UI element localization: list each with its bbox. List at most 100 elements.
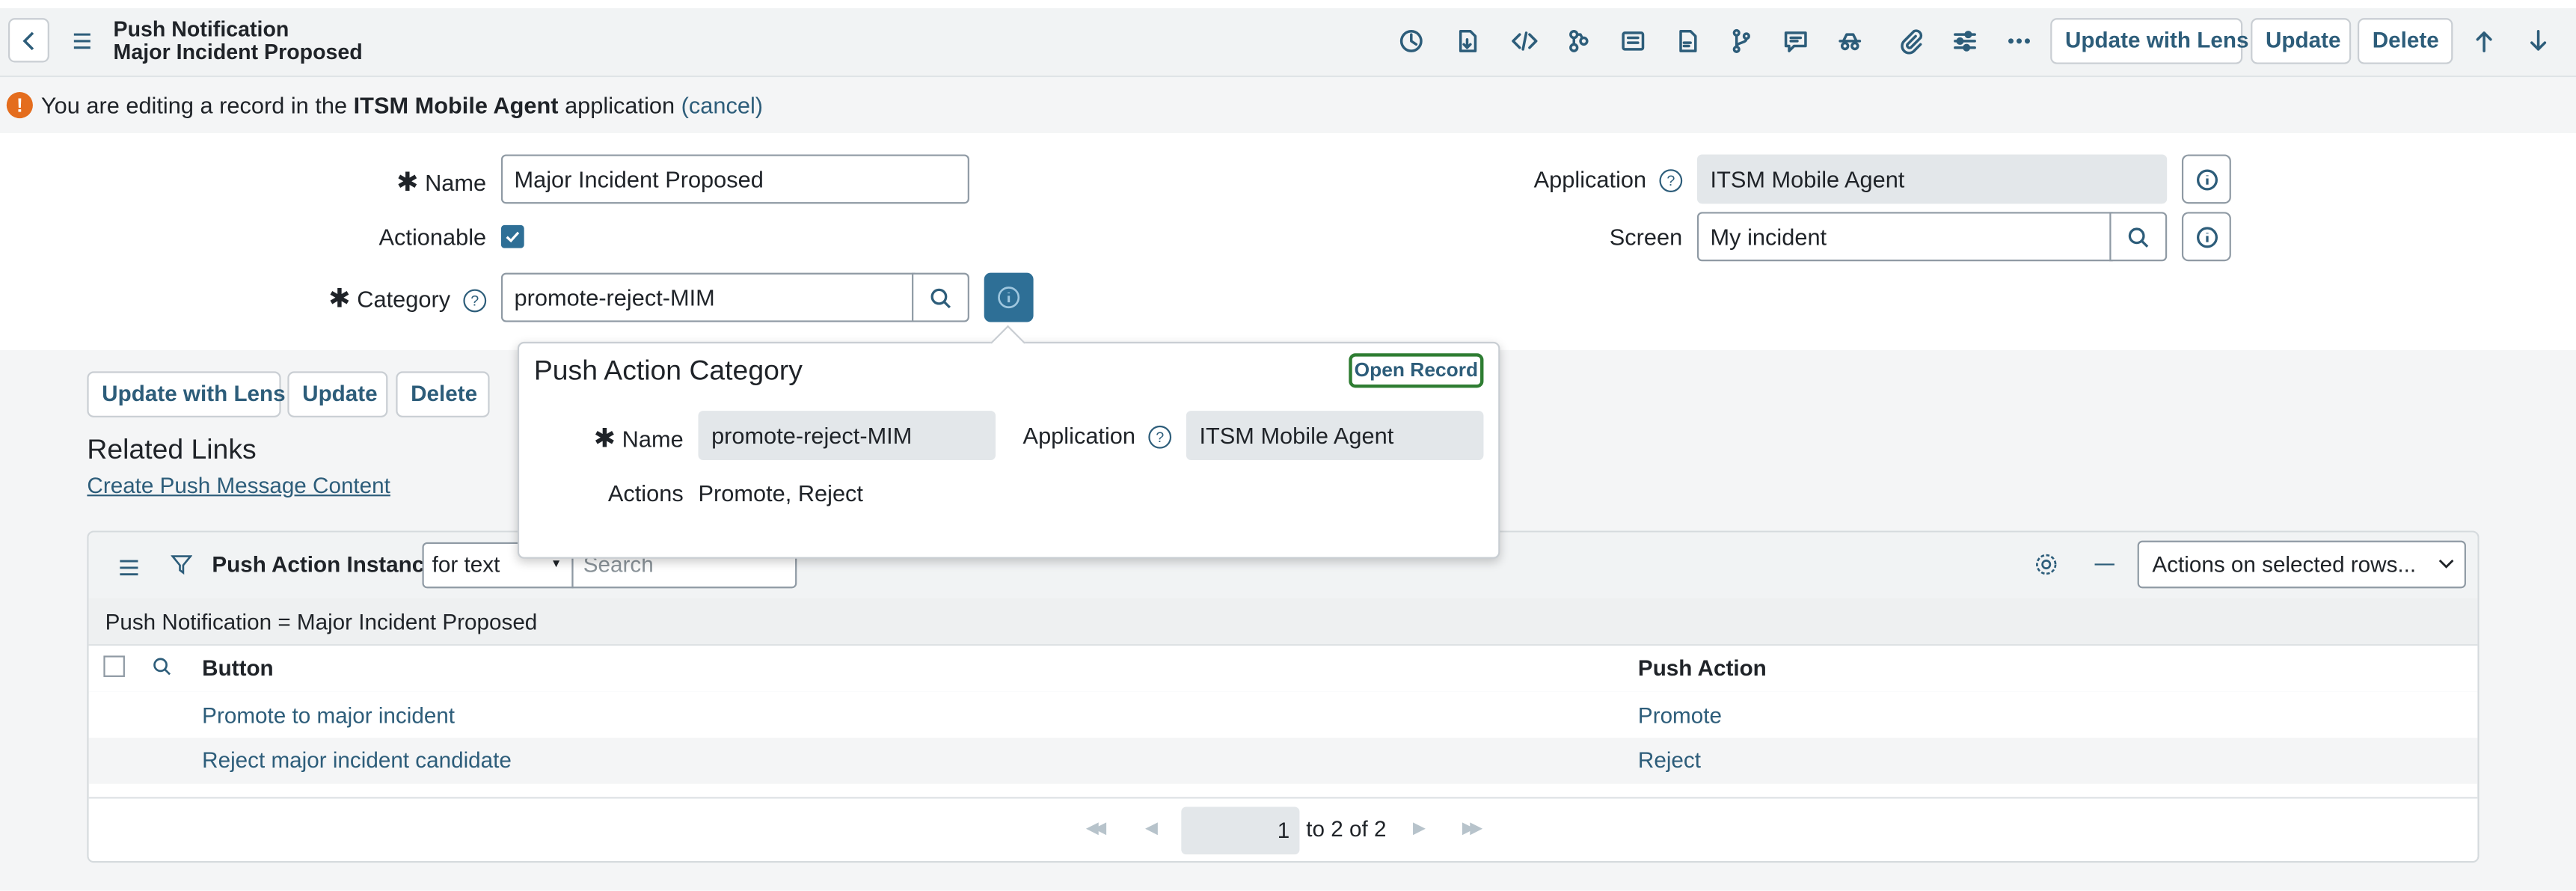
pagination-of: of <box>1349 816 1368 842</box>
search-icon <box>2128 227 2149 247</box>
more-icon[interactable] <box>1999 22 2039 61</box>
popup-name-value: promote-reject-MIM <box>698 411 996 461</box>
name-label: Name <box>425 169 487 196</box>
screen-info-button[interactable] <box>2181 212 2231 262</box>
pagination-last: 2 <box>1331 816 1343 842</box>
banner-cancel-link[interactable]: (cancel) <box>681 92 763 118</box>
record-display-name: Major Incident Proposed <box>113 39 363 64</box>
row-button-link[interactable]: Promote to major incident <box>202 703 455 728</box>
header-update-with-lens-button[interactable]: Update with Lens <box>2050 18 2248 64</box>
related-links-title: Related Links <box>87 433 257 465</box>
flow-icon[interactable] <box>1559 22 1598 61</box>
header-update-button[interactable]: Update <box>2251 18 2352 64</box>
history-icon[interactable] <box>1391 22 1431 61</box>
hamburger-menu-icon[interactable] <box>70 30 93 49</box>
collapse-list-icon[interactable] <box>2094 563 2115 566</box>
reference-preview-popup: Push Action Category Open Record ✱ Name … <box>517 341 1500 559</box>
screen-field[interactable]: My incident <box>1696 212 2113 262</box>
breadcrumb-text[interactable]: Push Notification = Major Incident Propo… <box>105 610 538 634</box>
last-page-icon[interactable]: ▶▶ <box>1462 820 1483 838</box>
record-table-name: Push Notification <box>113 16 289 41</box>
category-label-group: ✱ Category ? <box>295 283 487 316</box>
list-menu-icon[interactable] <box>118 555 140 581</box>
screen-search-button[interactable] <box>2109 212 2168 262</box>
create-push-message-content-link[interactable]: Create Push Message Content <box>87 474 390 498</box>
checkmark-icon <box>506 231 520 243</box>
category-info-button[interactable] <box>984 272 1034 322</box>
actionable-label: Actionable <box>378 223 487 250</box>
popup-name-label-group: ✱ Name <box>585 423 684 456</box>
application-label-group: Application ? <box>1479 165 1683 193</box>
help-icon[interactable]: ? <box>1659 169 1683 193</box>
select-all-checkbox[interactable] <box>103 655 125 677</box>
update-button[interactable]: Update <box>287 371 388 417</box>
back-button[interactable] <box>7 18 49 63</box>
search-icon <box>930 287 951 308</box>
git-branch-icon[interactable] <box>1722 22 1761 61</box>
row-push-action-link[interactable]: Promote <box>1638 703 1722 728</box>
screen-label: Screen <box>1609 223 1683 250</box>
name-field[interactable]: Major Incident Proposed <box>500 154 969 204</box>
popup-application-value: ITSM Mobile Agent <box>1186 411 1484 461</box>
page-number-input[interactable]: 1 <box>1181 806 1300 855</box>
next-page-icon[interactable]: ▶ <box>1413 820 1426 838</box>
row-push-action-link[interactable]: Reject <box>1638 747 1701 772</box>
delete-button[interactable]: Delete <box>396 371 490 417</box>
chevron-left-icon <box>22 31 34 50</box>
popup-name-label: Name <box>622 425 684 453</box>
pdf-icon[interactable] <box>1667 22 1707 61</box>
current-page: 1 <box>1277 818 1290 843</box>
actions-select-value: Actions on selected rows... <box>2152 552 2417 577</box>
application-field: ITSM Mobile Agent <box>1696 154 2168 204</box>
info-icon <box>998 287 1020 309</box>
list-settings-gear-icon[interactable] <box>2034 552 2058 582</box>
spy-icon[interactable] <box>1830 22 1870 61</box>
header-delete-button[interactable]: Delete <box>2357 18 2453 64</box>
previous-page-icon[interactable]: ◀ <box>1145 820 1158 838</box>
search-field-value: for text <box>432 552 500 577</box>
info-icon <box>2195 168 2217 190</box>
warning-icon: ! <box>6 92 33 119</box>
first-page-icon[interactable]: ◀◀ <box>1086 820 1107 838</box>
application-info-button[interactable] <box>2181 154 2231 204</box>
banner-app-name: ITSM Mobile Agent <box>353 92 559 119</box>
attachment-download-icon[interactable] <box>1447 22 1487 61</box>
arrow-down-icon[interactable] <box>2518 22 2558 61</box>
info-icon <box>2195 226 2217 248</box>
pagination-range: to 2 of 2 <box>1306 817 1386 842</box>
form-icon[interactable] <box>1613 22 1653 61</box>
related-list-panel: Push Action Instances for text ▼ Search … <box>87 530 2480 863</box>
category-search-button[interactable] <box>912 272 969 322</box>
paperclip-icon[interactable] <box>1891 22 1931 61</box>
banner-text: You are editing a record in the ITSM Mob… <box>41 92 763 118</box>
filter-icon[interactable] <box>170 554 193 580</box>
comment-icon[interactable] <box>1776 22 1815 61</box>
required-icon: ✱ <box>593 425 616 454</box>
category-field[interactable]: promote-reject-MIM <box>500 272 916 322</box>
banner-post-text: application <box>565 92 675 119</box>
application-label: Application <box>1533 165 1647 192</box>
list-title: Push Action Instances <box>212 552 450 577</box>
column-search-icon[interactable] <box>151 655 173 682</box>
update-with-lens-button[interactable]: Update with Lens <box>87 371 286 417</box>
row-button-link[interactable]: Reject major incident candidate <box>202 747 512 772</box>
actionable-checkbox[interactable] <box>500 224 524 248</box>
pagination-total: 2 <box>1374 816 1387 842</box>
name-label-group: ✱ Name <box>328 166 486 199</box>
column-header-button[interactable]: Button <box>202 655 274 680</box>
arrow-up-icon[interactable] <box>2465 22 2504 61</box>
banner-pre-text: You are editing a record in the <box>40 92 348 119</box>
popup-actions-value: Promote, Reject <box>698 480 863 506</box>
open-record-button[interactable]: Open Record <box>1349 353 1484 388</box>
actions-on-selected-select[interactable]: Actions on selected rows... <box>2137 540 2466 589</box>
popup-application-label: Application <box>1022 422 1136 449</box>
popup-title: Push Action Category <box>533 355 803 387</box>
table-header-row <box>88 646 2478 693</box>
chevron-down-icon <box>2438 559 2454 569</box>
popup-application-label-group: Application ? <box>1020 422 1172 450</box>
help-icon[interactable]: ? <box>463 290 487 313</box>
help-icon[interactable]: ? <box>1148 426 1172 450</box>
code-icon[interactable] <box>1505 22 1545 61</box>
column-header-push-action[interactable]: Push Action <box>1638 655 1767 680</box>
sliders-icon[interactable] <box>1945 22 1985 61</box>
